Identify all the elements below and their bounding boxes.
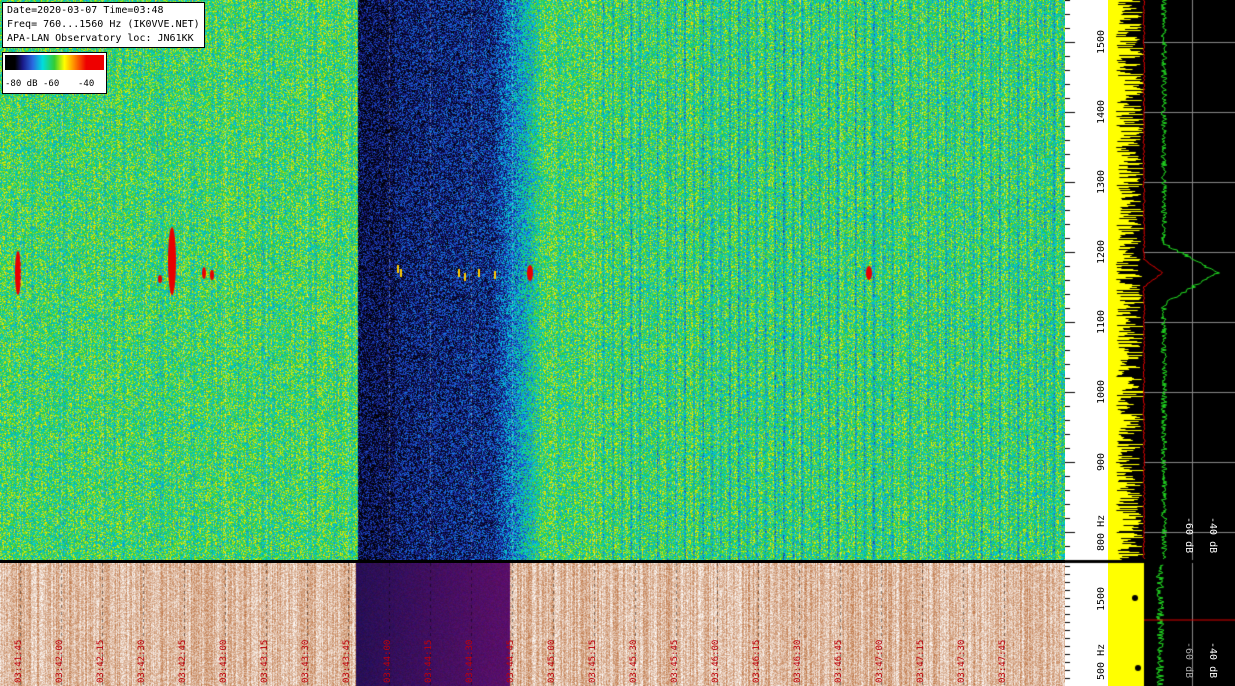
spectrum-label-minus60: -60 dB xyxy=(1183,517,1194,554)
freq-tick-label: 900 xyxy=(1096,453,1107,472)
time-tick-label: 03:47:45 xyxy=(998,639,1008,683)
time-tick-label: 03:43:45 xyxy=(342,639,352,683)
freq-tick-label: 1300 xyxy=(1096,170,1107,195)
time-tick-label: 03:45:15 xyxy=(588,639,598,683)
info-box: Date=2020-03-07 Time=03:48 Freq= 760...15… xyxy=(2,2,205,48)
freq-tick-label: 800 Hz xyxy=(1096,514,1107,551)
freq-tick-label: 1000 xyxy=(1096,380,1107,405)
legend-label-mid: -60 xyxy=(43,79,60,89)
location-line: APA-LAN Observatory loc: JN61KK xyxy=(7,33,194,44)
time-tick-label: 03:47:15 xyxy=(916,639,926,683)
time-tick-label: 03:47:30 xyxy=(957,639,967,683)
time-tick-label: 03:42:45 xyxy=(178,639,188,683)
time-tick-label: 03:47:00 xyxy=(875,639,885,683)
legend-label-max: -40 xyxy=(78,79,95,89)
time-tick-label: 03:43:30 xyxy=(301,639,311,683)
time-tick-label: 03:42:15 xyxy=(96,639,106,683)
spectrum-panel xyxy=(1108,0,1235,686)
freq-tick-label: 1400 xyxy=(1096,100,1107,125)
spectrum-label-minus40: -40 dB xyxy=(1207,517,1218,554)
time-tick-label: 03:42:00 xyxy=(55,639,65,683)
freq-tick-label: 1500 xyxy=(1096,30,1107,55)
time-tick-label: 03:46:15 xyxy=(752,639,762,683)
legend-label-min: -80 dB xyxy=(5,79,38,89)
lower-spectrum-label-minus60: -60 dB xyxy=(1183,642,1194,679)
time-tick-label: 03:46:30 xyxy=(793,639,803,683)
time-tick-label: 03:43:15 xyxy=(260,639,270,683)
time-tick-label: 03:43:00 xyxy=(219,639,229,683)
freq-line: Freq= 760...1560 Hz (IK0VVE.NET) xyxy=(7,19,200,30)
color-scale-bar xyxy=(5,55,104,70)
time-tick-label: 03:45:45 xyxy=(670,639,680,683)
wideband-spectrogram xyxy=(0,563,1065,686)
date-line: Date=2020-03-07 Time=03:48 xyxy=(7,5,164,16)
lower-freq-label-high: 1500 xyxy=(1096,586,1107,611)
spectrogram-display: Date=2020-03-07 Time=03:48 Freq= 760...15… xyxy=(0,0,1235,686)
lower-spectrum-label-minus40: -40 dB xyxy=(1207,642,1218,679)
time-tick-label: 03:46:00 xyxy=(711,639,721,683)
time-tick-label: 03:45:30 xyxy=(629,639,639,683)
color-scale-legend: -80 dB -60 -40 xyxy=(2,52,107,94)
time-tick-label: 03:44:15 xyxy=(424,639,434,683)
freq-tick-label: 1100 xyxy=(1096,310,1107,335)
time-tick-label: 03:44:30 xyxy=(465,639,475,683)
time-tick-label: 03:46:45 xyxy=(834,639,844,683)
time-tick-label: 03:44:00 xyxy=(383,639,393,683)
waterfall-spectrogram xyxy=(0,0,1065,560)
freq-tick-label: 1200 xyxy=(1096,240,1107,265)
time-tick-label: 03:41:45 xyxy=(14,639,24,683)
time-tick-label: 03:45:00 xyxy=(547,639,557,683)
time-tick-label: 03:44:45 xyxy=(506,639,516,683)
lower-freq-label-low: 500 Hz xyxy=(1096,643,1107,680)
time-tick-label: 03:42:30 xyxy=(137,639,147,683)
